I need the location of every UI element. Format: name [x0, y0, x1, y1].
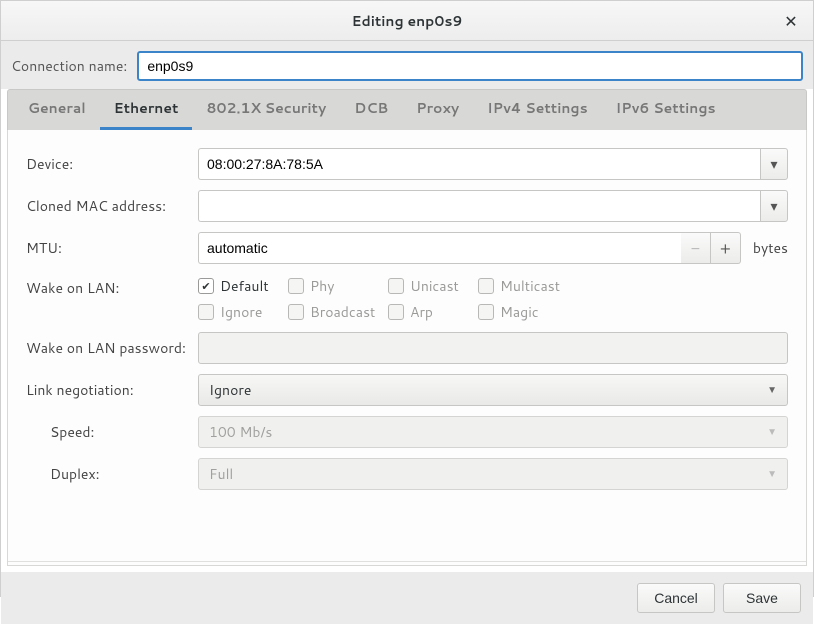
- chevron-down-icon: ▼: [767, 383, 777, 397]
- cloned-mac-label: Cloned MAC address:: [26, 196, 198, 216]
- tabs: General Ethernet 802.1X Security DCB Pro…: [7, 89, 807, 130]
- device-combo[interactable]: ▾: [198, 148, 788, 180]
- checkbox-icon: [388, 304, 404, 320]
- wol-unicast-checkbox[interactable]: Unicast: [388, 276, 478, 296]
- mtu-unit: bytes: [749, 238, 788, 258]
- link-negotiation-label: Link negotiation:: [26, 380, 198, 400]
- connection-name-input[interactable]: [137, 51, 803, 81]
- cloned-mac-combo[interactable]: ▾: [198, 190, 788, 222]
- tab-ipv6-settings[interactable]: IPv6 Settings: [602, 90, 730, 130]
- speed-label: Speed:: [26, 422, 198, 442]
- chevron-down-icon: ▼: [767, 467, 777, 481]
- duplex-label: Duplex:: [26, 464, 198, 484]
- mtu-label: MTU:: [26, 238, 198, 258]
- connection-name-row: Connection name:: [1, 41, 813, 89]
- checkbox-icon: [288, 278, 304, 294]
- speed-select: 100 Mb/s ▼: [198, 416, 788, 448]
- close-icon[interactable]: ✕: [779, 9, 803, 33]
- wol-multicast-checkbox[interactable]: Multicast: [478, 276, 578, 296]
- checkbox-icon: [288, 304, 304, 320]
- cancel-button[interactable]: Cancel: [637, 583, 715, 613]
- mtu-input[interactable]: [198, 232, 681, 264]
- device-label: Device:: [26, 154, 198, 174]
- wol-arp-checkbox[interactable]: Arp: [388, 302, 478, 322]
- checkbox-icon: [478, 278, 494, 294]
- link-negotiation-select[interactable]: Ignore ▼: [198, 374, 788, 406]
- cloned-mac-input[interactable]: [198, 190, 760, 222]
- window-title: Editing enp0s9: [352, 11, 463, 31]
- tab-proxy[interactable]: Proxy: [402, 90, 473, 130]
- wol-options: Default Phy Unicast Multicast Ignore Bro…: [198, 274, 578, 322]
- connection-name-label: Connection name:: [11, 56, 127, 76]
- wol-broadcast-checkbox[interactable]: Broadcast: [288, 302, 388, 322]
- duplex-value: Full: [209, 464, 233, 484]
- wol-password-label: Wake on LAN password:: [26, 338, 198, 358]
- mtu-decrement-button[interactable]: −: [681, 232, 711, 264]
- device-input[interactable]: [198, 148, 760, 180]
- wol-password-input: [198, 332, 788, 364]
- checkbox-icon: [198, 278, 214, 294]
- ethernet-panel: Device: ▾ Cloned MAC address: ▾ MTU:: [8, 130, 806, 562]
- checkbox-icon: [388, 278, 404, 294]
- tab-ethernet[interactable]: Ethernet: [100, 90, 193, 130]
- mtu-spinner[interactable]: − +: [198, 232, 741, 264]
- speed-value: 100 Mb/s: [209, 422, 272, 442]
- tab-dcb[interactable]: DCB: [340, 90, 402, 130]
- titlebar: Editing enp0s9 ✕: [1, 1, 813, 41]
- duplex-select: Full ▼: [198, 458, 788, 490]
- wol-phy-checkbox[interactable]: Phy: [288, 276, 388, 296]
- dialog-footer: Cancel Save: [1, 572, 813, 624]
- tab-general[interactable]: General: [14, 90, 100, 130]
- tab-ipv4-settings[interactable]: IPv4 Settings: [473, 90, 601, 130]
- checkbox-icon: [478, 304, 494, 320]
- mtu-increment-button[interactable]: +: [711, 232, 741, 264]
- checkbox-icon: [198, 304, 214, 320]
- wol-magic-checkbox[interactable]: Magic: [478, 302, 578, 322]
- link-negotiation-value: Ignore: [209, 380, 251, 400]
- chevron-down-icon: ▼: [767, 425, 777, 439]
- wol-default-checkbox[interactable]: Default: [198, 276, 288, 296]
- save-button[interactable]: Save: [723, 583, 801, 613]
- device-dropdown-icon[interactable]: ▾: [760, 148, 788, 180]
- tab-8021x-security[interactable]: 802.1X Security: [192, 90, 340, 130]
- wol-ignore-checkbox[interactable]: Ignore: [198, 302, 288, 322]
- wol-label: Wake on LAN:: [26, 274, 198, 298]
- cloned-mac-dropdown-icon[interactable]: ▾: [760, 190, 788, 222]
